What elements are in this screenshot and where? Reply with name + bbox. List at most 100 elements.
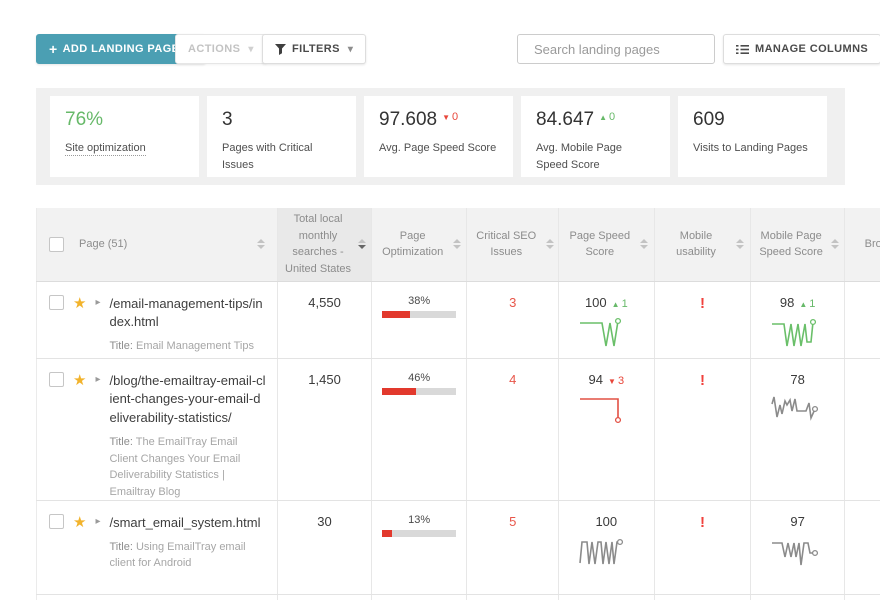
mobile-speed-value: 98 <box>780 295 794 310</box>
optimization-bar <box>382 388 456 395</box>
optimization-cell: 46% <box>371 358 467 501</box>
page-speed-value: 100 <box>585 295 607 310</box>
mobile-speed-delta: ▲1 <box>799 298 815 310</box>
mobile-usability-cell: ! <box>654 358 751 501</box>
site-optimization-value: 76% <box>65 109 184 131</box>
row-checkbox[interactable] <box>49 372 64 387</box>
searches-cell: 30 <box>278 501 372 595</box>
column-header-page-optimization[interactable]: Page Optimization <box>371 208 467 281</box>
column-header-searches[interactable]: Total local monthly searches - United St… <box>278 208 372 281</box>
avg-mobile-speed-delta: ▲0 <box>599 111 615 123</box>
row-checkbox[interactable] <box>49 514 64 529</box>
card-critical-issues: 3 Pages with Critical Issues <box>207 96 356 177</box>
mobile-speed-sparkline <box>770 315 826 351</box>
sort-icon[interactable] <box>640 239 648 249</box>
page-url-link[interactable]: /blog/the-emailtray-email-client-changes… <box>109 372 267 429</box>
favorite-star-icon[interactable]: ★ <box>73 515 86 572</box>
warning-icon: ! <box>700 295 705 312</box>
chevron-right-icon[interactable]: ▸ <box>95 298 100 355</box>
chevron-right-icon[interactable]: ▸ <box>95 517 100 572</box>
optimization-percent: 13% <box>372 514 467 526</box>
critical-issues-cell[interactable]: 4 <box>467 358 559 501</box>
sort-icon[interactable] <box>546 239 554 249</box>
optimization-percent: 46% <box>372 372 467 384</box>
card-site-optimization: 76% Site optimization <box>50 96 199 177</box>
table-row: ★ ▸ /blog/the-emailtray-email-client-cha… <box>37 358 880 501</box>
page-speed-sparkline <box>578 534 634 570</box>
column-header-mobile-page-speed[interactable]: Mobile Page Speed Score <box>751 208 845 281</box>
mobile-speed-cell: 78 <box>751 358 845 501</box>
sort-icon[interactable] <box>831 239 839 249</box>
column-label: Mobile Page Speed Score <box>756 228 826 261</box>
critical-issues-label: Pages with Critical Issues <box>222 140 341 173</box>
column-label: Page Speed Score <box>565 228 635 261</box>
avg-page-speed-value: 97.608 <box>379 109 437 131</box>
card-avg-mobile-speed: 84.647 ▲0 Avg. Mobile Page Speed Score <box>521 96 670 177</box>
funnel-icon <box>275 44 286 55</box>
sort-icon[interactable] <box>257 239 265 249</box>
page-url-link[interactable]: /smart_email_system.html <box>109 514 267 533</box>
page-speed-sparkline <box>578 315 634 351</box>
page-title: Title: The EmailTray Email Client Change… <box>109 434 267 500</box>
site-optimization-label: Site optimization <box>65 142 146 156</box>
favorite-star-icon[interactable]: ★ <box>73 373 86 501</box>
column-label: Total local monthly searches - United St… <box>283 211 353 277</box>
critical-issues-cell[interactable]: 5 <box>467 501 559 595</box>
table-row: ★ ▸ /smart_email_system.html Title: Usin… <box>37 501 880 595</box>
add-landing-page-label: ADD LANDING PAGE <box>63 43 180 55</box>
mobile-speed-cell: 98 ▲1 <box>751 281 845 358</box>
broken-links-cell: - <box>844 501 880 595</box>
critical-issues-value: 3 <box>222 109 341 131</box>
mobile-usability-cell: ! <box>654 501 751 595</box>
warning-icon: ! <box>700 372 705 389</box>
critical-issues-cell[interactable]: 3 <box>467 281 559 358</box>
chevron-down-icon: ▾ <box>348 44 353 55</box>
column-label: Critical SEO Issues <box>471 228 541 261</box>
sort-icon[interactable] <box>358 239 366 249</box>
sort-icon[interactable] <box>736 239 744 249</box>
page-speed-cell: 100 <box>558 501 654 595</box>
column-label: Page Optimization <box>378 228 448 261</box>
optimization-bar <box>382 530 456 537</box>
visits-value: 609 <box>693 109 812 131</box>
page-speed-cell: 94 ▼3 <box>558 358 654 501</box>
page-title: Title: Email Management Tips <box>109 338 267 355</box>
table-row <box>37 595 880 600</box>
broken-links-cell[interactable]: 2 <box>844 358 880 501</box>
column-header-critical-issues[interactable]: Critical SEO Issues <box>467 208 559 281</box>
page-speed-sparkline <box>578 392 634 428</box>
column-header-page-speed[interactable]: Page Speed Score <box>558 208 654 281</box>
search-input[interactable] <box>534 42 710 57</box>
mobile-speed-value: 78 <box>790 372 804 387</box>
page-url-link[interactable]: /email-management-tips/index.html <box>109 295 267 333</box>
sort-icon[interactable] <box>453 239 461 249</box>
visits-label: Visits to Landing Pages <box>693 140 812 157</box>
favorite-star-icon[interactable]: ★ <box>73 296 86 355</box>
column-header-broken-links[interactable]: Broken Links <box>844 208 880 281</box>
mobile-speed-value: 97 <box>790 514 804 529</box>
actions-label: ACTIONS <box>188 43 240 55</box>
column-header-mobile-usability[interactable]: Mobile usability <box>654 208 751 281</box>
card-visits: 609 Visits to Landing Pages <box>678 96 827 177</box>
manage-columns-button[interactable]: MANAGE COLUMNS <box>723 34 880 64</box>
filters-button[interactable]: FILTERS ▾ <box>262 34 366 64</box>
page-speed-delta: ▼3 <box>608 375 624 387</box>
searches-cell: 4,550 <box>278 281 372 358</box>
plus-icon: + <box>49 41 58 57</box>
optimization-percent: 38% <box>372 295 467 307</box>
optimization-bar <box>382 311 456 318</box>
actions-button[interactable]: ACTIONS ▾ <box>175 34 267 64</box>
select-all-checkbox[interactable] <box>49 237 64 252</box>
avg-page-speed-label: Avg. Page Speed Score <box>379 140 498 157</box>
page-speed-cell: 100 ▲1 <box>558 281 654 358</box>
chevron-right-icon[interactable]: ▸ <box>95 375 100 501</box>
manage-columns-label: MANAGE COLUMNS <box>755 43 868 55</box>
column-header-page[interactable]: Page (51) <box>37 208 278 281</box>
page-title: Title: Using EmailTray email client for … <box>109 539 267 572</box>
optimization-cell: 38% <box>371 281 467 358</box>
columns-list-icon <box>736 44 749 55</box>
mobile-speed-sparkline <box>770 392 826 428</box>
card-avg-page-speed: 97.608 ▼0 Avg. Page Speed Score <box>364 96 513 177</box>
mobile-usability-cell: ! <box>654 281 751 358</box>
row-checkbox[interactable] <box>49 295 64 310</box>
